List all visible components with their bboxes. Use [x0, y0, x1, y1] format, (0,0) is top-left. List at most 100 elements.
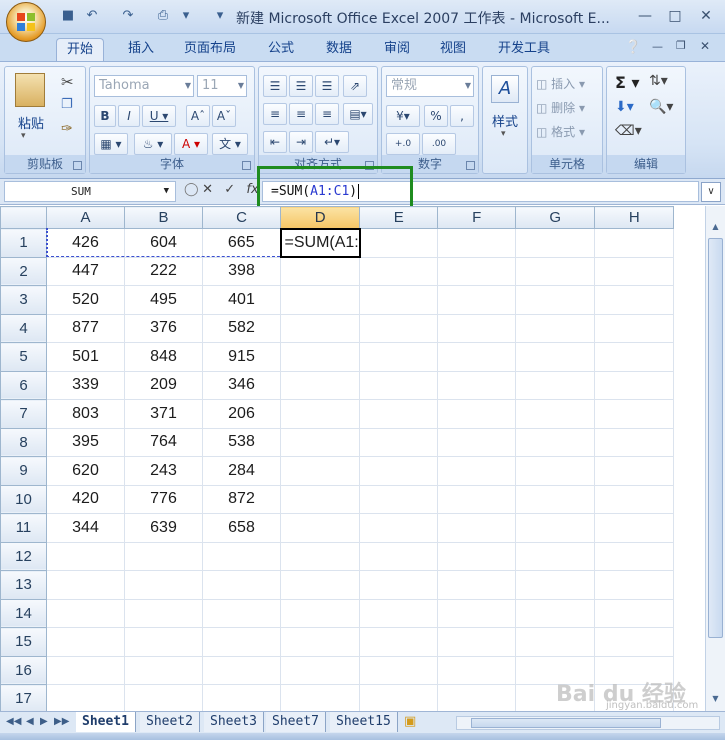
phonetic-icon[interactable]: 文 ▾ — [212, 133, 248, 155]
clear-icon[interactable]: ⌫▾ — [615, 123, 642, 139]
cell-f17[interactable] — [437, 684, 517, 711]
cell-e2[interactable] — [359, 256, 439, 286]
cell-a9[interactable]: 620 — [46, 456, 125, 486]
cell-e5[interactable] — [359, 342, 439, 372]
cell-b7[interactable]: 371 — [124, 399, 203, 429]
cell-f4[interactable] — [437, 313, 517, 343]
cell-f3[interactable] — [437, 285, 517, 315]
cell-b17[interactable] — [124, 684, 203, 711]
tab-home[interactable]: 开始 — [56, 38, 105, 62]
save-icon[interactable]: ■ — [60, 8, 76, 24]
align-bottom-icon[interactable]: ☰ — [315, 75, 339, 97]
cell-d10[interactable] — [279, 484, 361, 514]
cell-g10[interactable] — [515, 484, 596, 514]
column-header-active[interactable]: D — [279, 206, 361, 229]
cell-h7[interactable] — [594, 399, 675, 429]
cell-e11[interactable] — [359, 513, 439, 543]
cell-b8[interactable]: 764 — [124, 427, 203, 457]
cell-c3[interactable]: 401 — [202, 285, 281, 315]
print-preview-icon[interactable]: ⎙ — [155, 8, 171, 24]
cell-d17[interactable] — [279, 684, 361, 711]
scroll-down-icon[interactable]: ▼ — [708, 694, 723, 708]
undo-icon[interactable]: ↶ — [84, 8, 100, 24]
decrease-decimal-icon[interactable]: .00 — [422, 133, 456, 155]
select-all-corner[interactable] — [0, 206, 47, 229]
cell-d13[interactable] — [279, 570, 361, 600]
cell-c16[interactable] — [202, 655, 281, 685]
ribbon-minimize-icon[interactable]: — — [652, 40, 663, 53]
cell-d1[interactable]: =SUM(A1: — [279, 227, 361, 258]
cell-g3[interactable] — [515, 285, 596, 315]
insert-cells-button[interactable]: ◫ 插入 ▾ — [536, 75, 585, 92]
format-painter-icon[interactable]: ✑ — [61, 121, 73, 137]
cell-c12[interactable] — [202, 541, 281, 571]
row-header[interactable]: 10 — [0, 484, 47, 514]
cell-c6[interactable]: 346 — [202, 370, 281, 400]
cell-a7[interactable]: 803 — [46, 399, 125, 429]
customize-icon[interactable]: ▾ — [178, 8, 194, 24]
cell-d2[interactable] — [279, 256, 361, 286]
row-header[interactable]: 2 — [0, 256, 47, 286]
cell-d11[interactable] — [279, 513, 361, 543]
name-box[interactable]: SUM ▼ — [4, 181, 176, 202]
cell-d14[interactable] — [279, 598, 361, 628]
circle-handle-icon[interactable]: ◯ — [184, 182, 199, 197]
cell-f5[interactable] — [437, 342, 517, 372]
column-header[interactable]: H — [594, 206, 675, 229]
cell-f6[interactable] — [437, 370, 517, 400]
sheet-tab[interactable]: Sheet3 — [204, 712, 264, 732]
row-header[interactable]: 6 — [0, 370, 47, 400]
increase-decimal-icon[interactable]: +.0 — [386, 133, 420, 155]
number-launcher-icon[interactable] — [466, 161, 475, 170]
cell-c17[interactable] — [202, 684, 281, 711]
last-sheet-icon[interactable]: ▶▶ — [54, 716, 69, 727]
restore-icon[interactable]: ❐ — [676, 39, 686, 52]
cell-b11[interactable]: 639 — [124, 513, 203, 543]
cell-a16[interactable] — [46, 655, 125, 685]
grow-font-icon[interactable]: Aˆ — [186, 105, 210, 127]
cell-h8[interactable] — [594, 427, 675, 457]
cell-h15[interactable] — [594, 627, 675, 657]
office-button[interactable] — [6, 2, 46, 42]
cancel-icon[interactable]: ✕ — [202, 182, 220, 197]
tab-page-layout[interactable]: 页面布局 — [174, 38, 246, 62]
column-header[interactable]: A — [46, 206, 125, 229]
cell-f8[interactable] — [437, 427, 517, 457]
clipboard-launcher-icon[interactable] — [73, 161, 82, 170]
cell-h2[interactable] — [594, 256, 675, 286]
tab-developer[interactable]: 开发工具 — [488, 38, 560, 62]
merge-center-icon[interactable]: ▤▾ — [343, 103, 373, 125]
cell-e14[interactable] — [359, 598, 439, 628]
cell-a12[interactable] — [46, 541, 125, 571]
workbook-close-icon[interactable]: ✕ — [700, 39, 710, 53]
cell-h12[interactable] — [594, 541, 675, 571]
prev-sheet-icon[interactable]: ◀ — [26, 716, 34, 727]
column-header[interactable]: G — [515, 206, 596, 229]
delete-cells-button[interactable]: ◫ 删除 ▾ — [536, 99, 585, 116]
currency-icon[interactable]: ¥▾ — [386, 105, 420, 127]
fill-icon[interactable]: ⬇▾ — [615, 99, 634, 115]
cell-c11[interactable]: 658 — [202, 513, 281, 543]
cell-g11[interactable] — [515, 513, 596, 543]
styles-button-label[interactable]: 样式 — [483, 111, 527, 130]
cell-b16[interactable] — [124, 655, 203, 685]
cell-b14[interactable] — [124, 598, 203, 628]
cell-d16[interactable] — [279, 655, 361, 685]
cell-c9[interactable]: 284 — [202, 456, 281, 486]
cell-e17[interactable] — [359, 684, 439, 711]
cell-a2[interactable]: 447 — [46, 256, 125, 286]
cell-d5[interactable] — [279, 342, 361, 372]
cell-c15[interactable] — [202, 627, 281, 657]
cell-a14[interactable] — [46, 598, 125, 628]
underline-icon[interactable]: U ▾ — [142, 105, 176, 127]
wrap-text-icon[interactable]: ↵▾ — [315, 131, 349, 153]
column-header[interactable]: C — [202, 206, 281, 229]
row-header[interactable]: 8 — [0, 427, 47, 457]
cell-d7[interactable] — [279, 399, 361, 429]
comma-icon[interactable]: , — [450, 105, 474, 127]
styles-dropdown-icon[interactable]: ▾ — [501, 129, 506, 139]
cell-e10[interactable] — [359, 484, 439, 514]
cell-g2[interactable] — [515, 256, 596, 286]
row-header[interactable]: 12 — [0, 541, 47, 571]
tab-data[interactable]: 数据 — [316, 38, 362, 62]
